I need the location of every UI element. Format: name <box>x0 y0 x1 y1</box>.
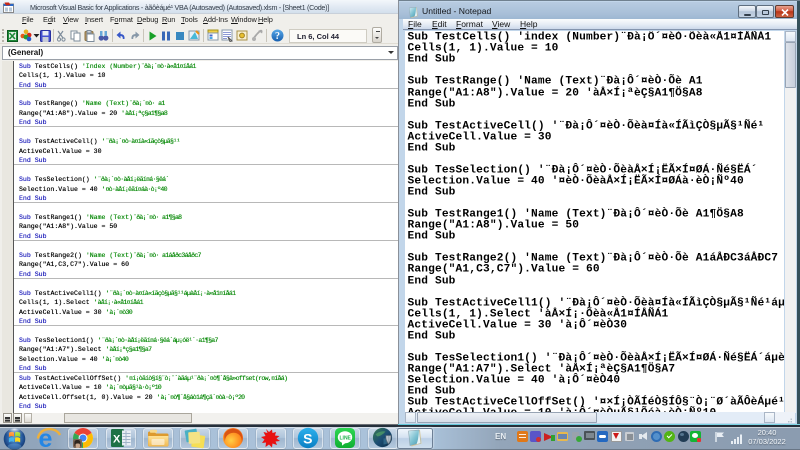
svg-text:S: S <box>303 431 312 447</box>
svg-text:LINE: LINE <box>340 436 352 442</box>
svg-text:X: X <box>113 434 121 446</box>
svg-text:?: ? <box>275 31 280 42</box>
